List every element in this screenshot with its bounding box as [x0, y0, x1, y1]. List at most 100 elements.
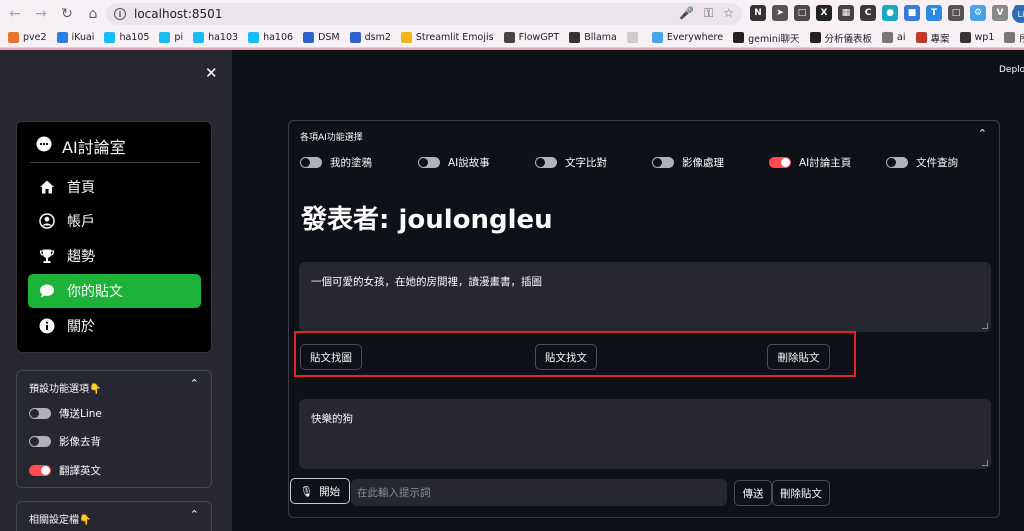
menu-item-account[interactable]: 帳戶	[28, 204, 201, 238]
extension-x-icon[interactable]: X	[816, 5, 832, 21]
bookmark-label: ai	[897, 32, 906, 43]
page-title: 發表者: joulongleu	[301, 205, 553, 235]
toggle-send-line[interactable]: 傳送Line	[29, 406, 102, 421]
expander-label[interactable]: 各項AI功能選擇	[300, 130, 363, 143]
home-icon[interactable]: ⌂	[82, 3, 104, 25]
bookmark-favicon-icon	[959, 32, 971, 43]
defaults-expander-label[interactable]: 預設功能選項👇	[29, 380, 101, 395]
extension-grid-icon[interactable]: ▦	[838, 5, 854, 21]
extension-gear-icon[interactable]: ⚙	[970, 5, 986, 21]
back-arrow-icon[interactable]: ←	[4, 3, 26, 25]
post-textarea[interactable]: 一個可愛的女孩，在她的房間裡，讀漫畫書，插圖	[299, 262, 991, 332]
key-icon[interactable]: ⚿	[704, 6, 713, 21]
extension-chat-icon[interactable]: □	[948, 5, 964, 21]
toggle-document-query[interactable]: 文件查詢	[886, 155, 958, 170]
menu-item-label: 趨勢	[67, 249, 95, 265]
extension-n-icon[interactable]: N	[750, 5, 766, 21]
bookmark-item[interactable]: ai	[882, 32, 906, 43]
chevron-up-icon[interactable]: ⌃	[190, 508, 199, 521]
menu-item-about[interactable]: 關於	[28, 309, 201, 343]
toggle-ai-story[interactable]: AI說故事	[418, 155, 490, 170]
bookmark-item[interactable]: ha103	[193, 32, 238, 43]
bookmark-item[interactable]: 專案	[915, 31, 950, 45]
extension-translate-icon[interactable]: T	[926, 5, 942, 21]
address-bar[interactable]: i localhost:8501 🎤 ⚿ ☆	[106, 3, 742, 25]
bookmark-label: gemini聊天	[748, 33, 800, 45]
send-button[interactable]: 傳送	[734, 480, 772, 506]
resize-handle-icon[interactable]	[982, 460, 988, 466]
settings-expander-label[interactable]: 相關設定檔👇	[29, 511, 91, 526]
toggle-label: 傳送Line	[59, 408, 102, 420]
toggle-switch[interactable]	[29, 408, 51, 419]
toggle-translate-english[interactable]: 翻譯英文	[29, 463, 101, 478]
toggle-label: 影像去背	[59, 436, 101, 448]
menu-item-trending[interactable]: 趨勢	[28, 239, 201, 273]
toggle-remove-bg[interactable]: 影像去背	[29, 434, 101, 449]
bookmark-favicon-icon	[809, 32, 821, 43]
house-icon	[39, 179, 55, 195]
toggle-switch[interactable]	[418, 157, 440, 168]
bookmark-item[interactable]: wp1	[959, 32, 994, 43]
extension-vue-icon[interactable]: V	[992, 5, 1008, 21]
bookmark-item[interactable]: 分析儀表板	[809, 31, 872, 45]
bookmark-favicon-icon	[349, 32, 361, 43]
menu-item-home[interactable]: 首頁	[28, 170, 201, 204]
toggle-my-doodle[interactable]: 我的塗鴉	[300, 155, 372, 170]
bookmark-item[interactable]: dsm2	[349, 32, 391, 43]
prompt-input[interactable]: 在此輸入提示詞	[351, 479, 727, 506]
bookmark-item[interactable]	[626, 32, 642, 43]
person-circle-icon	[39, 213, 55, 229]
forward-arrow-icon[interactable]: →	[30, 3, 52, 25]
delete-post-button[interactable]: 刪除貼文	[772, 480, 830, 506]
toggle-switch[interactable]	[886, 157, 908, 168]
bookmark-item[interactable]: Bllama	[569, 32, 617, 43]
toggle-switch[interactable]	[29, 465, 51, 476]
bookmark-favicon-icon	[882, 32, 894, 43]
close-sidebar-icon[interactable]: ✕	[205, 64, 218, 82]
extension-box-icon[interactable]: □	[794, 5, 810, 21]
delete-post-button[interactable]: 刪除貼文	[767, 344, 830, 370]
toggle-switch[interactable]	[300, 157, 322, 168]
bookmark-item[interactable]: DSM	[303, 32, 340, 43]
url-text: localhost:8501	[134, 7, 223, 21]
profile-avatar[interactable]: Li	[1012, 5, 1024, 23]
bookmark-item[interactable]: iKuai	[56, 32, 94, 43]
bookmark-favicon-icon	[159, 32, 171, 43]
extension-send-icon[interactable]: ➤	[772, 5, 788, 21]
toggle-switch[interactable]	[29, 436, 51, 447]
bookmark-item[interactable]: Streamlit Emojis	[400, 32, 494, 43]
bookmark-item[interactable]: pi	[159, 32, 183, 43]
bookmark-item[interactable]: gemini聊天	[733, 31, 800, 45]
toggle-ai-discussion-home[interactable]: AI討論主頁	[769, 155, 851, 170]
post-textarea[interactable]: 快樂的狗	[299, 399, 991, 469]
bookmark-item[interactable]: Everywhere	[651, 32, 724, 43]
resize-handle-icon[interactable]	[982, 323, 988, 329]
bookmark-item[interactable]: 所	[1004, 31, 1024, 45]
find-text-button[interactable]: 貼文找文	[535, 344, 597, 370]
bookmark-item[interactable]: pve2	[8, 32, 47, 43]
menu-item-your-posts[interactable]: 你的貼文	[28, 274, 201, 308]
bookmark-label: DSM	[318, 32, 340, 43]
bookmark-item[interactable]: FlowGPT	[503, 32, 559, 43]
microphone-icon[interactable]: 🎤	[679, 6, 694, 21]
deploy-button[interactable]: Deploy	[999, 65, 1024, 75]
reload-icon[interactable]: ↻	[56, 3, 78, 25]
menu-item-label: 你的貼文	[67, 284, 123, 300]
start-mic-button[interactable]: 🎙 開始	[290, 478, 350, 504]
toggle-image-processing[interactable]: 影像處理	[652, 155, 724, 170]
find-image-button[interactable]: 貼文找圖	[300, 344, 362, 370]
chevron-up-icon[interactable]: ⌃	[190, 377, 199, 390]
site-info-icon[interactable]: i	[114, 8, 126, 20]
bookmark-item[interactable]: ha105	[104, 32, 149, 43]
toggle-switch[interactable]	[652, 157, 674, 168]
bookmark-item[interactable]: ha106	[248, 32, 293, 43]
toggle-switch[interactable]	[769, 157, 791, 168]
toggle-switch[interactable]	[535, 157, 557, 168]
extension-c-icon[interactable]: C	[860, 5, 876, 21]
toggle-text-compare[interactable]: 文字比對	[535, 155, 607, 170]
bookmark-label: Everywhere	[666, 32, 724, 43]
star-icon[interactable]: ☆	[723, 6, 734, 21]
extension-blue-icon[interactable]: ■	[904, 5, 920, 21]
chevron-up-icon[interactable]: ⌃	[978, 127, 987, 140]
extension-circle-icon[interactable]: ●	[882, 5, 898, 21]
